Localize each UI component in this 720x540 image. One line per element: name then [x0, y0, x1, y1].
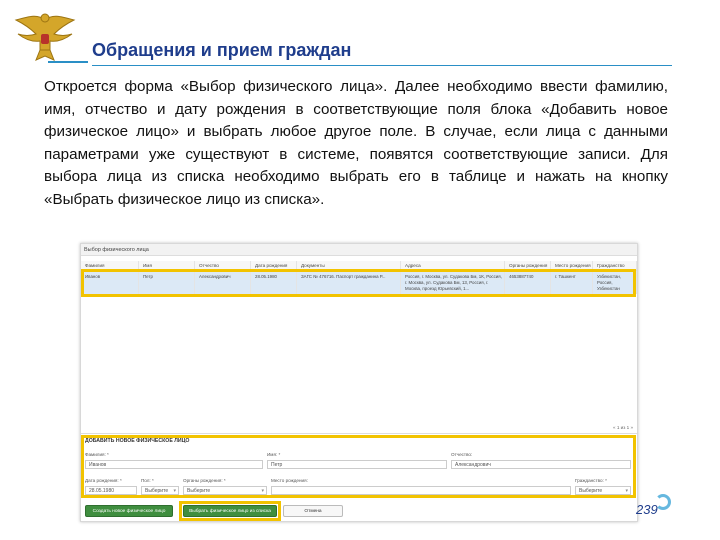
new-person-form-highlight [81, 435, 636, 498]
create-person-button[interactable]: Создать новое физическое лицо [85, 505, 173, 517]
window-title: Выбор физического лица [81, 244, 637, 256]
select-button-highlight [179, 501, 281, 521]
slide-title: Обращения и прием граждан [92, 40, 352, 60]
selected-row-highlight [81, 269, 636, 297]
title-underline [92, 65, 672, 66]
page-number: 239 [636, 502, 658, 517]
instruction-text: Откроется форма «Выбор физического лица»… [44, 78, 668, 208]
app-screenshot: Выбор физического лица Фамилия Имя Отчес… [80, 243, 638, 522]
double-headed-eagle-emblem-icon [14, 13, 76, 61]
cancel-button[interactable]: Отмена [283, 505, 343, 517]
title-accent-line [48, 61, 88, 63]
divider [81, 433, 637, 434]
pager[interactable]: « 1 из 1 » [613, 425, 633, 430]
